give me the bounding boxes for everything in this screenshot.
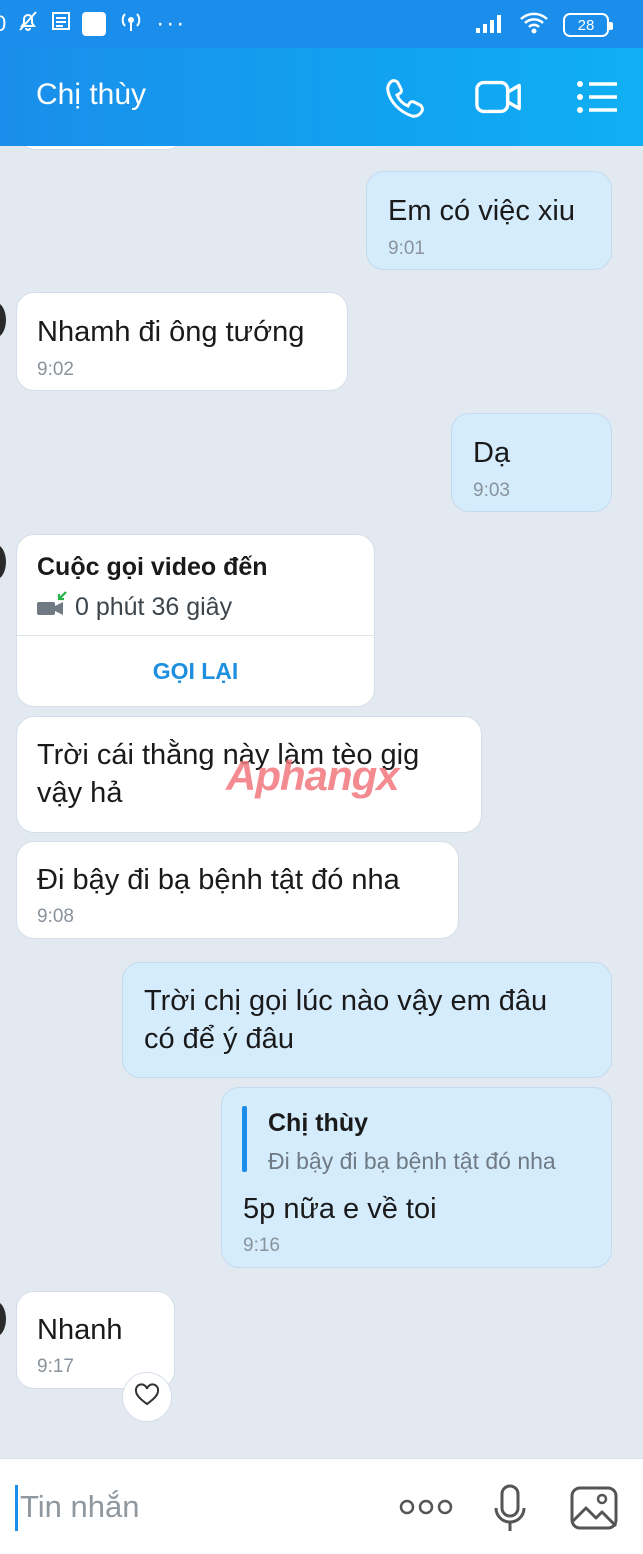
- more-notifications: ···: [156, 10, 187, 37]
- quote-text[interactable]: Đi bậy đi bạ bệnh tật đó nha: [268, 1148, 556, 1175]
- reaction-heart-button[interactable]: [122, 1372, 172, 1422]
- avatar[interactable]: [0, 544, 6, 580]
- message-time: 9:02: [37, 359, 74, 380]
- message-time: 9:17: [37, 1356, 74, 1377]
- message-text: Đi bậy đi bạ bệnh tật đó nha: [37, 864, 400, 896]
- app-square-icon: [82, 12, 107, 36]
- message-text-line1: Trời chị gọi lúc nào vậy em đâu: [144, 985, 548, 1017]
- contact-name[interactable]: Chị thùy: [36, 78, 146, 112]
- menu-list-icon[interactable]: [572, 74, 622, 120]
- watermark: Aphangx: [226, 752, 400, 799]
- more-icon[interactable]: [396, 1487, 456, 1527]
- phone-icon[interactable]: [380, 74, 430, 120]
- message-input[interactable]: Tin nhắn: [20, 1489, 140, 1525]
- call-title: Cuộc gọi video đến: [37, 553, 268, 581]
- status-right: 28: [475, 10, 613, 40]
- message-bubble-outgoing[interactable]: Em có việc xiu 9:01: [366, 171, 612, 270]
- status-left: 0 ···: [0, 8, 186, 40]
- call-duration: 0 phút 36 giây: [75, 593, 233, 621]
- quote-bar: [242, 1106, 247, 1172]
- status-bar: 0 ··· 28: [0, 0, 643, 48]
- avatar[interactable]: [0, 302, 6, 338]
- message-text-line2: vậy hả: [37, 777, 123, 809]
- avatar[interactable]: [0, 1301, 6, 1337]
- message-time: 9:08: [37, 906, 74, 927]
- image-icon[interactable]: [566, 1481, 622, 1535]
- chat-header: Chị thùy: [0, 48, 643, 146]
- message-text-line2: có để ý đâu: [144, 1023, 294, 1055]
- bell-off-icon: [16, 9, 40, 39]
- text-caret: [15, 1485, 18, 1531]
- message-time: 9:16: [243, 1235, 280, 1256]
- video-call-card[interactable]: Cuộc gọi video đến 0 phút 36 giây GỌI LẠ…: [16, 534, 375, 707]
- message-bubble-partial[interactable]: [18, 146, 184, 150]
- wifi-icon: [519, 11, 549, 40]
- message-text: Nhamh đi ông tướng: [37, 316, 305, 348]
- message-text: Dạ: [473, 437, 511, 469]
- signal-icon: [475, 12, 505, 39]
- microphone-icon[interactable]: [488, 1481, 532, 1537]
- message-bubble-outgoing[interactable]: Trời chị gọi lúc nào vậy em đâu có để ý …: [122, 962, 612, 1078]
- battery-level: 28: [577, 16, 595, 34]
- message-time: 9:01: [388, 238, 425, 259]
- message-text: 5p nữa e về toi: [243, 1193, 437, 1225]
- call-back-button[interactable]: GỌI LẠI: [17, 636, 374, 706]
- missed-video-call-icon: [37, 591, 67, 624]
- status-left-text: 0: [0, 11, 7, 36]
- battery-icon: 28: [563, 13, 613, 37]
- message-bubble-reply[interactable]: Chị thùy Đi bậy đi bạ bệnh tật đó nha 5p…: [221, 1087, 612, 1268]
- message-text: Em có việc xiu: [388, 195, 575, 227]
- message-bubble-outgoing[interactable]: Dạ 9:03: [451, 413, 612, 512]
- heart-icon: [134, 1382, 160, 1412]
- message-bubble-incoming[interactable]: Nhamh đi ông tướng 9:02: [16, 292, 348, 391]
- news-icon: [50, 10, 72, 38]
- message-input-bar: Tin nhắn: [0, 1458, 643, 1554]
- video-call-icon[interactable]: [474, 74, 524, 120]
- quote-author[interactable]: Chị thùy: [268, 1109, 368, 1138]
- message-time: 9:03: [473, 480, 510, 501]
- message-list[interactable]: Em có việc xiu 9:01 Nhamh đi ông tướng 9…: [0, 146, 643, 1458]
- message-bubble-incoming[interactable]: Đi bậy đi bạ bệnh tật đó nha 9:08: [16, 841, 459, 939]
- message-text: Nhanh: [37, 1314, 123, 1346]
- hotspot-icon: [116, 9, 146, 39]
- call-info: 0 phút 36 giây: [37, 591, 232, 624]
